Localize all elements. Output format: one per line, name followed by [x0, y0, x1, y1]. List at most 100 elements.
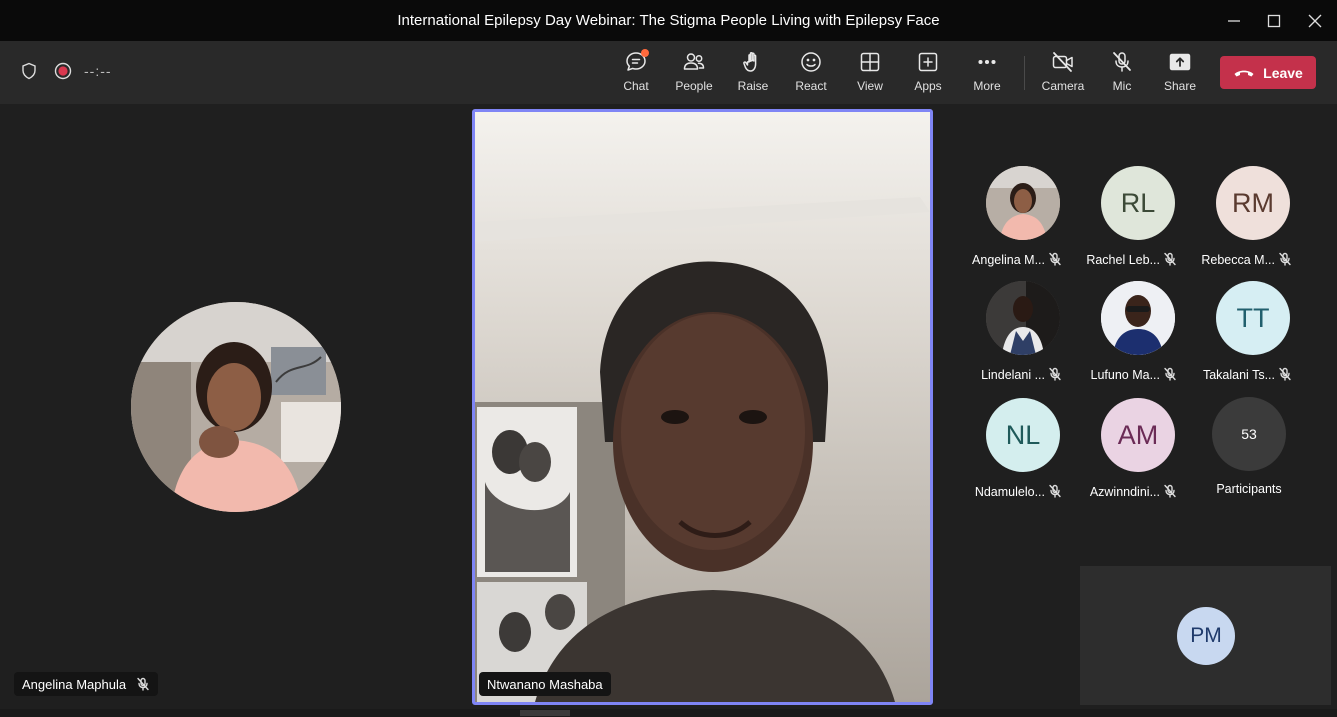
smiley-icon [801, 52, 821, 72]
participant-name: Ndamulelo... [974, 485, 1045, 499]
meeting-timer: --:-- [84, 63, 112, 79]
camera-off-icon [1052, 52, 1073, 72]
participant-photo [986, 281, 1060, 355]
close-button[interactable] [1302, 8, 1328, 34]
mic-off-icon [1164, 252, 1176, 266]
raise-hand-icon [743, 52, 757, 72]
react-button[interactable]: React [783, 50, 839, 98]
participant-initials: RM [1232, 187, 1274, 218]
grid-view-icon [860, 52, 880, 72]
participant-name: Lindelani ... [981, 368, 1045, 382]
bottom-scroll-strip [0, 709, 1337, 717]
mic-off-icon [137, 677, 149, 691]
share-button[interactable]: Share [1152, 50, 1208, 98]
add-app-icon [918, 52, 938, 72]
participant-name: Angelina M... [972, 253, 1045, 267]
participants-count: 53 [1241, 426, 1257, 442]
mic-off-icon [1049, 367, 1061, 381]
participant-mic-status [1048, 252, 1062, 266]
meeting-toolbar: --:-- Chat People Raise React View Apps … [0, 41, 1337, 104]
maximize-icon [1267, 14, 1281, 28]
shield-icon[interactable] [20, 62, 38, 80]
self-view-tile[interactable]: PM [1080, 566, 1331, 705]
name-tag-left: Angelina Maphula [14, 672, 159, 696]
share-screen-icon [1169, 53, 1191, 71]
participants-overflow-label: Participants [1216, 482, 1282, 496]
more-label: More [973, 79, 1001, 93]
participant-avatar [986, 166, 1060, 240]
participant-name: Rachel Leb... [1086, 253, 1160, 267]
apps-button[interactable]: Apps [900, 50, 956, 98]
participant-video-angelina[interactable] [131, 302, 341, 512]
participant-photo [1101, 281, 1175, 355]
participant-avatar: NL [986, 398, 1060, 472]
maximize-button[interactable] [1261, 8, 1287, 34]
camera-button[interactable]: Camera [1035, 50, 1091, 98]
participant-tile[interactable]: AM Azwinndini... [1080, 398, 1195, 508]
close-icon [1308, 14, 1322, 28]
mic-off-icon [1113, 52, 1131, 72]
recording-icon [54, 62, 72, 80]
participant-photo [986, 166, 1060, 240]
people-button[interactable]: People [666, 50, 722, 98]
scroll-thumb[interactable] [520, 710, 570, 716]
participant-name: Takalani Ts... [1202, 368, 1275, 382]
participant-avatar: RM [1216, 166, 1290, 240]
mic-off-icon [1279, 367, 1291, 381]
mic-off-icon [1164, 484, 1176, 498]
participant-initials: RL [1120, 187, 1156, 218]
more-dots-icon [978, 59, 996, 65]
name-tag-main: Ntwanano Mashaba [479, 672, 611, 696]
self-avatar: PM [1177, 607, 1235, 665]
mic-off-icon [1164, 367, 1176, 381]
participant-avatar [1101, 281, 1175, 355]
chat-label: Chat [623, 79, 649, 93]
chat-notification-dot [641, 49, 649, 57]
people-label: People [675, 79, 713, 93]
participants-overflow-button[interactable]: 53 [1212, 397, 1286, 471]
chat-button[interactable]: Chat [608, 49, 664, 98]
participant-tile[interactable]: Lindelani ... [965, 281, 1080, 391]
raise-label: Raise [737, 79, 769, 93]
leave-label: Leave [1263, 64, 1303, 81]
minimize-button[interactable] [1221, 8, 1247, 34]
share-label: Share [1163, 79, 1197, 93]
participant-tile[interactable]: RL Rachel Leb... [1080, 166, 1195, 276]
participant-initials: AM [1117, 419, 1159, 450]
participant-mic-status [1163, 367, 1177, 381]
participant-tile[interactable]: Angelina M... [965, 166, 1080, 276]
mic-off-icon [1279, 252, 1291, 266]
view-button[interactable]: View [842, 50, 898, 98]
toolbar-divider [1024, 56, 1025, 90]
participant-avatar: TT [1216, 281, 1290, 355]
participant-avatar: AM [1101, 398, 1175, 472]
participant-mic-status [1278, 367, 1292, 381]
participant-tile[interactable]: Lufuno Ma... [1080, 281, 1195, 391]
participant-name: Angelina Maphula [22, 676, 127, 692]
participant-name: Rebecca M... [1201, 253, 1275, 267]
participant-tile[interactable]: NL Ndamulelo... [965, 398, 1080, 508]
hang-up-icon [1234, 70, 1254, 76]
view-label: View [857, 79, 883, 93]
minimize-icon [1228, 20, 1240, 22]
speaker-video [475, 112, 930, 702]
mic-off-icon [1049, 484, 1061, 498]
participant-tile[interactable]: RM Rebecca M... [1195, 166, 1310, 276]
participant-avatar: RL [1101, 166, 1175, 240]
participant-mic-status [1163, 252, 1177, 266]
main-video-tile[interactable] [472, 109, 933, 705]
participant-tile[interactable]: TT Takalani Ts... [1195, 281, 1310, 391]
raise-hand-button[interactable]: Raise [725, 50, 781, 98]
leave-button[interactable]: Leave [1220, 56, 1316, 89]
participant-name: Ntwanano Mashaba [487, 676, 603, 692]
mic-button[interactable]: Mic [1094, 50, 1150, 98]
window-title: International Epilepsy Day Webinar: The … [397, 12, 940, 29]
more-button[interactable]: More [959, 50, 1015, 98]
participant-mic-status [1048, 484, 1062, 498]
participant-initials: TT [1236, 302, 1270, 333]
participant-photo [131, 302, 341, 512]
title-bar: International Epilepsy Day Webinar: The … [0, 0, 1337, 41]
mic-off-icon [1049, 252, 1061, 266]
participant-avatar [986, 281, 1060, 355]
participant-name: Azwinndini... [1089, 485, 1160, 499]
